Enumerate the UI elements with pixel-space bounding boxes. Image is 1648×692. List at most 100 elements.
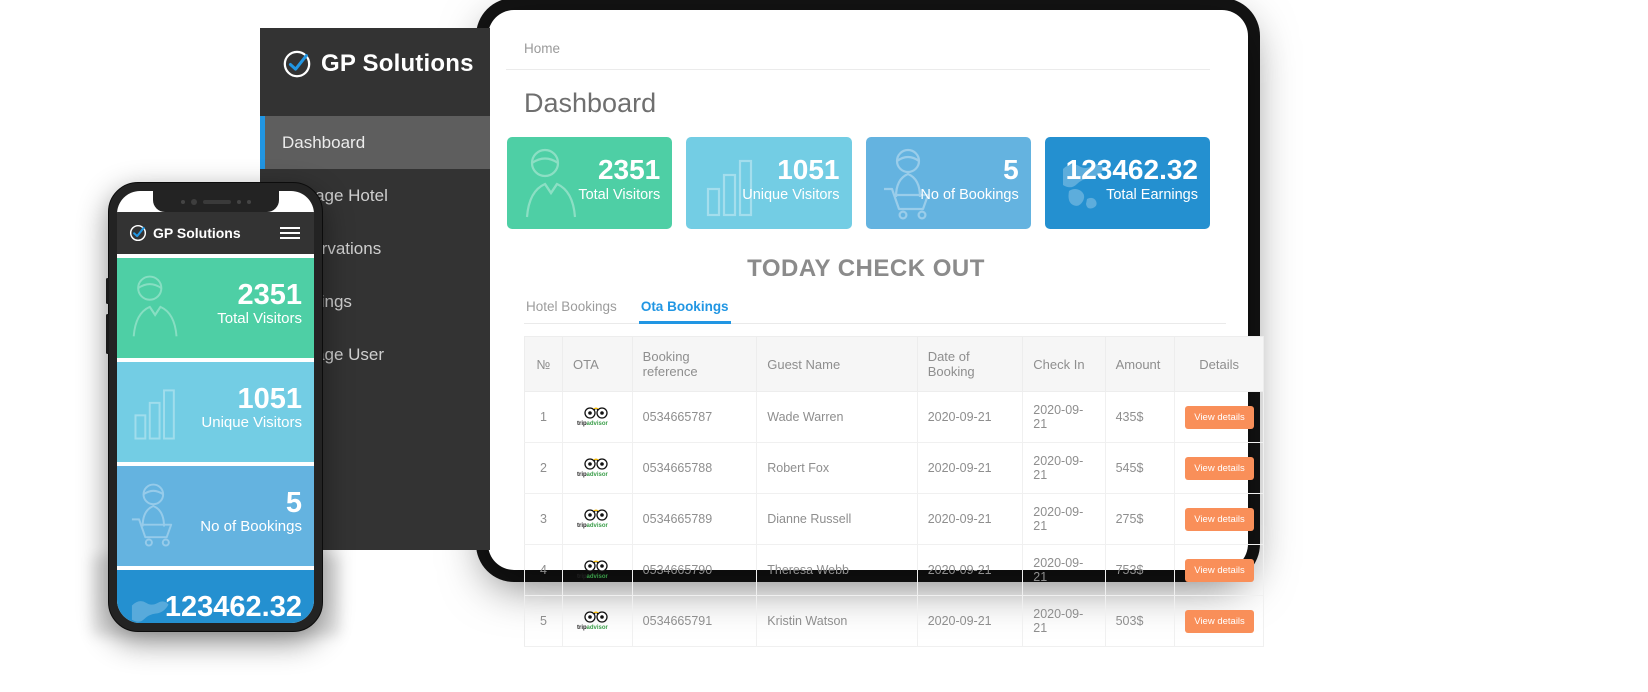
phone-stat-card-text: 2351 Total Visitors [217, 280, 302, 328]
phone-volume-down-button[interactable] [106, 314, 109, 354]
stat-card-unique-visitors[interactable]: 1051 Unique Visitors [686, 137, 852, 229]
view-details-button[interactable]: View details [1185, 507, 1254, 531]
phone-brand: GP Solutions [129, 224, 241, 242]
stat-card-text: 1051 Unique Visitors [742, 154, 840, 204]
cell-ota: trip advisor [562, 442, 633, 494]
stat-card-text: 5 No of Bookings [920, 154, 1019, 204]
stat-card-total-visitors[interactable]: 2351 Total Visitors [507, 137, 673, 229]
phone-stat-card-value: 123462.32 [164, 591, 302, 623]
cell-guest-name: Robert Fox [756, 442, 918, 494]
column-header-amount[interactable]: Amount [1105, 336, 1176, 392]
svg-text:trip: trip [577, 421, 587, 427]
tripadvisor-logo-icon: trip advisor [577, 407, 609, 427]
column-header-check-in[interactable]: Check In [1022, 336, 1106, 392]
cell-date-of-booking: 2020-09-21 [917, 442, 1024, 494]
cell-check-in: 2020-09-21 [1022, 493, 1106, 545]
stat-card-value: 5 [1003, 154, 1019, 185]
svg-text:trip: trip [577, 472, 587, 478]
tab-hotel-bookings[interactable]: Hotel Bookings [524, 299, 619, 323]
stat-card-label: Unique Visitors [742, 186, 840, 203]
column-header-details[interactable]: Details [1174, 336, 1264, 392]
svg-text:advisor: advisor [587, 523, 609, 529]
section-title-today-check-out: TODAY CHECK OUT [747, 255, 985, 282]
phone-volume-up-button[interactable] [106, 278, 109, 304]
cell-details: View details [1174, 595, 1264, 647]
sidebar-item-dashboard[interactable]: Dashboard [260, 116, 490, 169]
view-details-button[interactable]: View details [1185, 558, 1254, 582]
cell-check-in: 2020-09-21 [1022, 442, 1106, 494]
hamburger-menu-icon[interactable] [280, 227, 300, 239]
phone-camera-icon [190, 198, 197, 205]
view-details-button[interactable]: View details [1185, 456, 1254, 480]
cell-check-in: 2020-09-21 [1022, 544, 1106, 596]
cell-booking-reference: 0534665789 [632, 493, 758, 545]
phone-stat-card-text: 5 No of Bookings [200, 488, 302, 536]
bookings-table-head: № OTA Booking reference Guest Name Date … [524, 336, 1264, 392]
cell-check-in: 2020-09-21 [1022, 595, 1106, 647]
tab-label: Hotel Bookings [526, 299, 617, 314]
stat-card-label: No of Bookings [920, 186, 1019, 203]
tab-ota-bookings[interactable]: Ota Bookings [638, 299, 731, 324]
column-header-booking-reference[interactable]: Booking reference [632, 336, 758, 392]
table-row[interactable]: 2 trip advisor 0534665788 Robert Fox 202… [524, 442, 1264, 494]
table-header-row: № OTA Booking reference Guest Name Date … [524, 336, 1264, 392]
cell-date-of-booking: 2020-09-21 [917, 544, 1024, 596]
cell-ota: trip advisor [562, 493, 633, 545]
cell-amount: 275$ [1105, 493, 1176, 545]
svg-text:trip: trip [577, 574, 587, 580]
cell-ota: trip advisor [562, 544, 633, 596]
tripadvisor-logo-icon: trip advisor [577, 509, 609, 529]
phone-stat-card-value: 5 [285, 487, 302, 519]
breadcrumb-home[interactable]: Home [524, 41, 560, 56]
phone-stat-card-label: Unique Visitors [201, 414, 302, 432]
view-details-button[interactable]: View details [1185, 405, 1254, 429]
column-header-guest-name[interactable]: Guest Name [756, 336, 918, 392]
cell-amount: 435$ [1105, 391, 1176, 443]
cell-guest-name: Wade Warren [756, 391, 918, 443]
stat-card-no-of-bookings[interactable]: 5 No of Bookings [865, 137, 1031, 229]
stat-card-total-earnings[interactable]: 123462.32 Total Earnings [1044, 137, 1210, 229]
phone-stat-card-label: No of Bookings [200, 518, 302, 536]
cell-date-of-booking: 2020-09-21 [917, 493, 1024, 545]
phone-sensor-icon [246, 199, 251, 204]
phone-stat-card-total-visitors[interactable]: 2351 Total Visitors [117, 258, 314, 358]
cell-guest-name: Dianne Russell [756, 493, 918, 545]
phone-stat-card-no-of-bookings[interactable]: 5 No of Bookings [117, 466, 314, 566]
screenshot-stage: GP Solutions Dashboard Manage Hotel Rese… [0, 0, 1648, 692]
cell-no: 4 [524, 544, 563, 596]
phone-stat-card-label: Total Visitors [217, 310, 302, 328]
phone-app-header: GP Solutions [117, 212, 314, 254]
sidebar-item-label: Dashboard [282, 132, 366, 152]
cell-check-in: 2020-09-21 [1022, 391, 1106, 443]
cell-details: View details [1174, 442, 1264, 494]
table-row[interactable]: 4 trip advisor 0534665790 Theresa Webb 2… [524, 544, 1264, 596]
table-row[interactable]: 1 trip advisor 0534665787 Wade Warren 20… [524, 391, 1264, 443]
cell-guest-name: Kristin Watson [756, 595, 918, 647]
cell-booking-reference: 0534665791 [632, 595, 758, 647]
phone-sensor-icon [180, 199, 185, 204]
stat-card-value: 2351 [597, 154, 661, 185]
phone-stat-card-label: Total Earnings [207, 622, 302, 623]
table-row[interactable]: 5 trip advisor 0534665791 Kristin Watson… [524, 595, 1264, 647]
phone-stat-card-value: 1051 [237, 383, 302, 415]
tripadvisor-logo-icon: trip advisor [577, 560, 609, 580]
svg-text:advisor: advisor [587, 421, 609, 427]
phone-screen: GP Solutions 2351 Total Visitors 1051 Un… [117, 191, 314, 623]
view-details-button[interactable]: View details [1185, 609, 1254, 633]
table-row[interactable]: 3 trip advisor 0534665789 Dianne Russell… [524, 493, 1264, 545]
column-header-no[interactable]: № [524, 336, 563, 392]
column-header-ota[interactable]: OTA [562, 336, 633, 392]
phone-mockup: GP Solutions 2351 Total Visitors 1051 Un… [106, 182, 323, 632]
cell-no: 1 [524, 391, 563, 443]
cell-ota: trip advisor [562, 595, 633, 647]
phone-stat-card-total-earnings[interactable]: 123462.32 Total Earnings [117, 570, 314, 623]
cell-booking-reference: 0534665787 [632, 391, 758, 443]
cell-booking-reference: 0534665790 [632, 544, 758, 596]
phone-sensor-icon [236, 199, 241, 204]
svg-text:advisor: advisor [587, 472, 609, 478]
cell-amount: 545$ [1105, 442, 1176, 494]
phone-stat-card-unique-visitors[interactable]: 1051 Unique Visitors [117, 362, 314, 462]
tripadvisor-logo-icon: trip advisor [577, 458, 609, 478]
column-header-date-of-booking[interactable]: Date of Booking [917, 336, 1024, 392]
cell-no: 5 [524, 595, 563, 647]
